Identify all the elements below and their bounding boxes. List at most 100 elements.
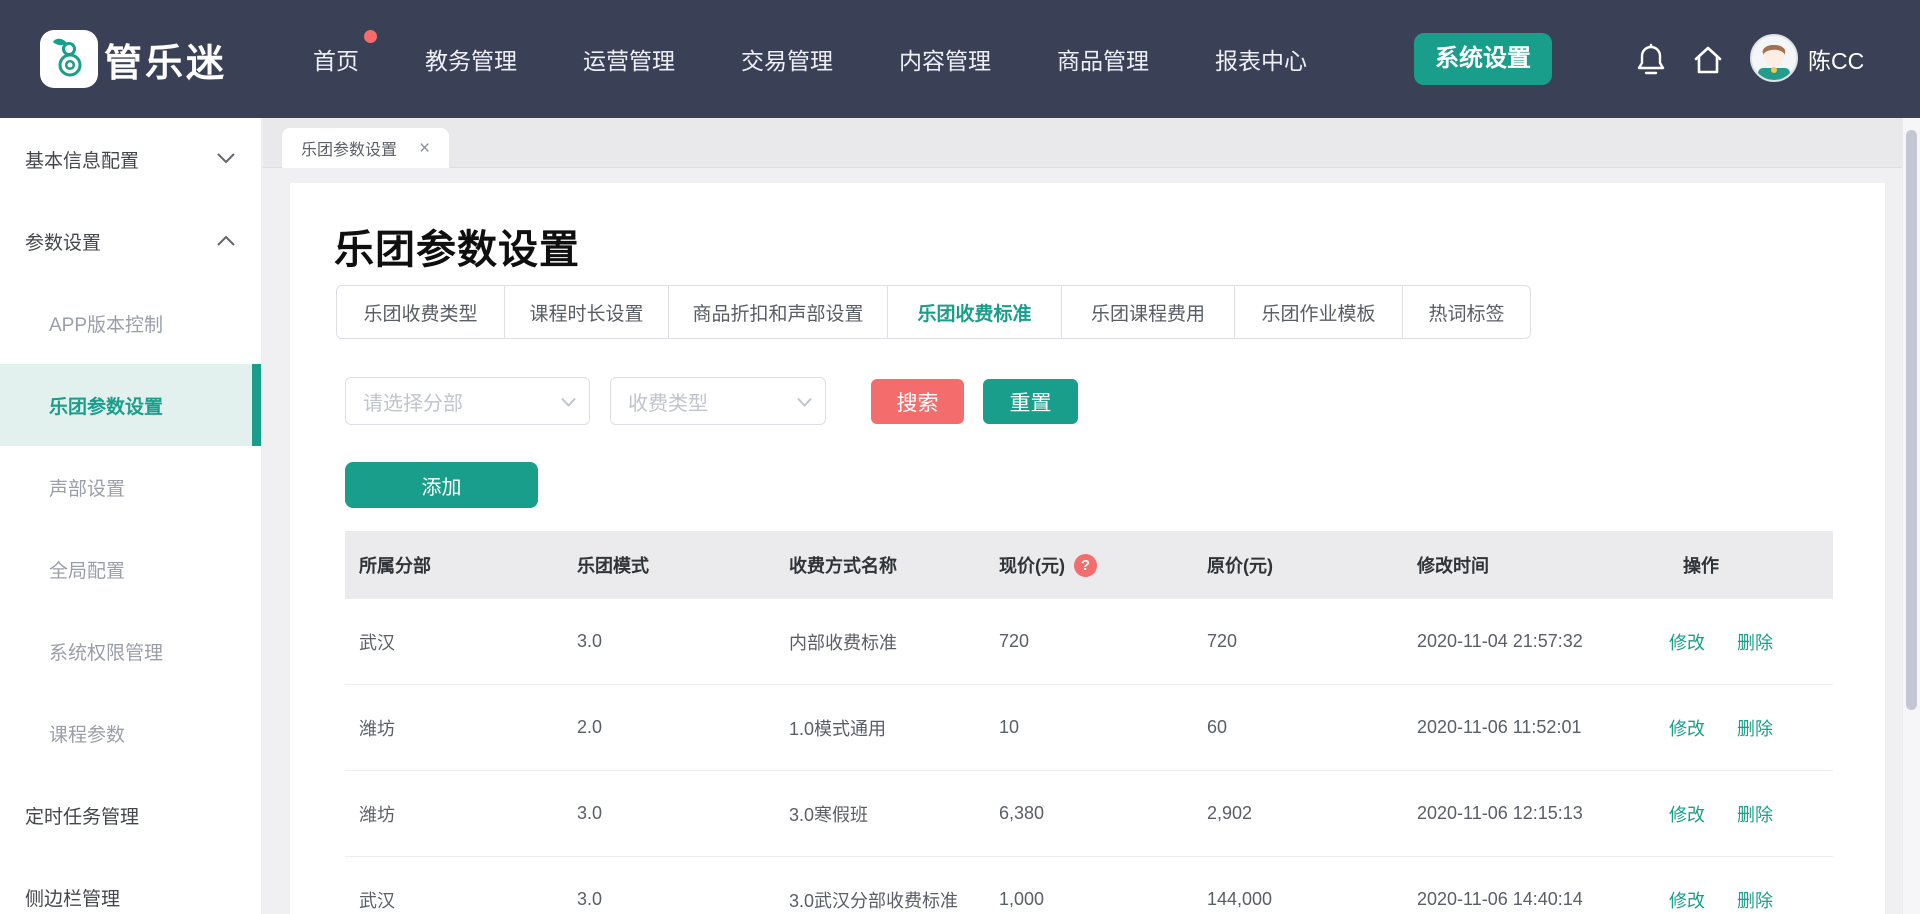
sidebar-item-band-parameter-settings[interactable]: 乐团参数设置 — [0, 364, 261, 446]
sidebar: 基本信息配置 参数设置 APP版本控制 乐团参数设置 声部设置 全局配置 系统权… — [0, 118, 262, 914]
cell-band-mode: 3.0 — [563, 631, 775, 652]
home-icon[interactable] — [1692, 45, 1724, 80]
notification-dot — [364, 30, 377, 43]
tab-hot-word-tags[interactable]: 热词标签 — [1403, 286, 1530, 338]
close-icon[interactable]: × — [419, 139, 430, 158]
tab-band-homework-template[interactable]: 乐团作业模板 — [1235, 286, 1403, 338]
page-title: 乐团参数设置 — [334, 217, 580, 275]
col-header-current-price: 现价(元) ? — [985, 552, 1193, 578]
content-card: 乐团参数设置 乐团收费类型 课程时长设置 商品折扣和声部设置 乐团收费标准 乐团… — [290, 183, 1885, 914]
cell-modified-time: 2020-11-04 21:57:32 — [1403, 631, 1655, 652]
chevron-down-icon — [561, 390, 576, 413]
wind-instrument-logo-icon — [50, 36, 88, 83]
table-header-row: 所属分部 乐团模式 收费方式名称 现价(元) ? 原价(元) 修改时间 操作 — [345, 531, 1833, 599]
cell-branch: 潍坊 — [345, 801, 563, 827]
nav-item-operations[interactable]: 运营管理 — [583, 42, 675, 76]
tab-course-duration[interactable]: 课程时长设置 — [505, 286, 669, 338]
col-header-actions: 操作 — [1655, 552, 1833, 578]
cell-actions: 修改 删除 — [1655, 629, 1833, 655]
cell-branch: 武汉 — [345, 629, 563, 655]
cell-band-mode: 3.0 — [563, 803, 775, 824]
nav-item-products[interactable]: 商品管理 — [1057, 42, 1149, 76]
col-header-band-mode: 乐团模式 — [563, 552, 775, 578]
sidebar-item-course-parameters[interactable]: 课程参数 — [0, 692, 261, 774]
nav-item-academic[interactable]: 教务管理 — [425, 42, 517, 76]
user-avatar[interactable] — [1750, 34, 1798, 82]
bell-icon[interactable] — [1636, 43, 1666, 82]
nav-item-transactions[interactable]: 交易管理 — [741, 42, 833, 76]
cell-branch: 潍坊 — [345, 715, 563, 741]
cell-fee-name: 内部收费标准 — [775, 629, 985, 655]
cell-current-price: 1,000 — [985, 889, 1193, 910]
reset-button[interactable]: 重置 — [983, 379, 1078, 424]
table-row: 潍坊 3.0 3.0寒假班 6,380 2,902 2020-11-06 12:… — [345, 771, 1833, 857]
main-nav: 首页 教务管理 运营管理 交易管理 内容管理 商品管理 报表中心 系统设置 — [313, 0, 1552, 118]
nav-item-home[interactable]: 首页 — [313, 42, 359, 76]
cell-current-price: 6,380 — [985, 803, 1193, 824]
sidebar-item-sidebar-management[interactable]: 侧边栏管理 — [0, 856, 261, 914]
tab-band-fee-standard[interactable]: 乐团收费标准 — [888, 286, 1062, 338]
open-tab-band-parameter-settings[interactable]: 乐团参数设置 × — [282, 128, 449, 168]
delete-link[interactable]: 删除 — [1737, 629, 1773, 655]
nav-item-system-settings-active[interactable]: 系统设置 — [1414, 33, 1552, 85]
user-name[interactable]: 陈CC — [1808, 0, 1864, 118]
sidebar-item-app-version-control[interactable]: APP版本控制 — [0, 282, 261, 364]
sidebar-item-global-config[interactable]: 全局配置 — [0, 528, 261, 610]
cell-band-mode: 2.0 — [563, 717, 775, 738]
chevron-down-icon — [217, 148, 235, 170]
edit-link[interactable]: 修改 — [1669, 715, 1705, 741]
tab-product-discount-voice[interactable]: 商品折扣和声部设置 — [669, 286, 888, 338]
edit-link[interactable]: 修改 — [1669, 629, 1705, 655]
fee-type-select-placeholder: 收费类型 — [628, 387, 708, 416]
main-content: 乐团参数设置 × 乐团参数设置 乐团收费类型 课程时长设置 商品折扣和声部设置 … — [263, 118, 1902, 914]
brand-name[interactable]: 管乐迷 — [104, 0, 227, 118]
branch-select[interactable]: 请选择分部 — [345, 377, 590, 425]
sidebar-item-voice-part-settings[interactable]: 声部设置 — [0, 446, 261, 528]
branch-select-placeholder: 请选择分部 — [363, 387, 463, 416]
edit-link[interactable]: 修改 — [1669, 887, 1705, 913]
cell-actions: 修改 删除 — [1655, 801, 1833, 827]
nav-item-reports[interactable]: 报表中心 — [1215, 42, 1307, 76]
help-icon[interactable]: ? — [1074, 554, 1097, 577]
section-tabs: 乐团收费类型 课程时长设置 商品折扣和声部设置 乐团收费标准 乐团课程费用 乐团… — [336, 285, 1531, 339]
scrollbar-track[interactable] — [1902, 118, 1920, 914]
fee-type-select[interactable]: 收费类型 — [610, 377, 826, 425]
cell-branch: 武汉 — [345, 887, 563, 913]
col-header-branch: 所属分部 — [345, 552, 563, 578]
cell-modified-time: 2020-11-06 14:40:14 — [1403, 889, 1655, 910]
cell-current-price: 10 — [985, 717, 1193, 738]
chevron-down-icon — [797, 390, 812, 413]
open-tab-label: 乐团参数设置 — [301, 136, 397, 160]
open-tabs-bar: 乐团参数设置 × — [263, 118, 1902, 168]
cell-original-price: 60 — [1193, 717, 1403, 738]
chevron-up-icon — [217, 230, 235, 252]
add-button[interactable]: 添加 — [345, 462, 538, 508]
cell-original-price: 720 — [1193, 631, 1403, 652]
cell-fee-name: 3.0寒假班 — [775, 801, 985, 827]
sidebar-item-scheduled-tasks[interactable]: 定时任务管理 — [0, 774, 261, 856]
scrollbar-thumb[interactable] — [1906, 130, 1917, 710]
col-header-modified-time: 修改时间 — [1403, 552, 1655, 578]
app-screen: 管乐迷 首页 教务管理 运营管理 交易管理 内容管理 商品管理 报表中心 系统设… — [0, 0, 1920, 914]
cell-fee-name: 3.0武汉分部收费标准 — [775, 887, 985, 913]
delete-link[interactable]: 删除 — [1737, 715, 1773, 741]
col-header-original-price: 原价(元) — [1193, 552, 1403, 578]
sidebar-item-basic-info-config[interactable]: 基本信息配置 — [0, 118, 261, 200]
nav-item-content[interactable]: 内容管理 — [899, 42, 991, 76]
sidebar-item-parameter-settings[interactable]: 参数设置 — [0, 200, 261, 282]
sidebar-item-system-permissions[interactable]: 系统权限管理 — [0, 610, 261, 692]
tab-band-fee-type[interactable]: 乐团收费类型 — [337, 286, 505, 338]
top-navbar: 管乐迷 首页 教务管理 运营管理 交易管理 内容管理 商品管理 报表中心 系统设… — [0, 0, 1920, 118]
fee-standard-table: 所属分部 乐团模式 收费方式名称 现价(元) ? 原价(元) 修改时间 操作 武… — [345, 531, 1833, 914]
cell-current-price: 720 — [985, 631, 1193, 652]
cell-original-price: 144,000 — [1193, 889, 1403, 910]
edit-link[interactable]: 修改 — [1669, 801, 1705, 827]
cell-fee-name: 1.0模式通用 — [775, 715, 985, 741]
search-button[interactable]: 搜索 — [871, 379, 964, 424]
delete-link[interactable]: 删除 — [1737, 887, 1773, 913]
app-logo[interactable] — [40, 30, 98, 88]
delete-link[interactable]: 删除 — [1737, 801, 1773, 827]
tab-band-course-fee[interactable]: 乐团课程费用 — [1062, 286, 1235, 338]
cell-modified-time: 2020-11-06 11:52:01 — [1403, 717, 1655, 738]
cell-modified-time: 2020-11-06 12:15:13 — [1403, 803, 1655, 824]
